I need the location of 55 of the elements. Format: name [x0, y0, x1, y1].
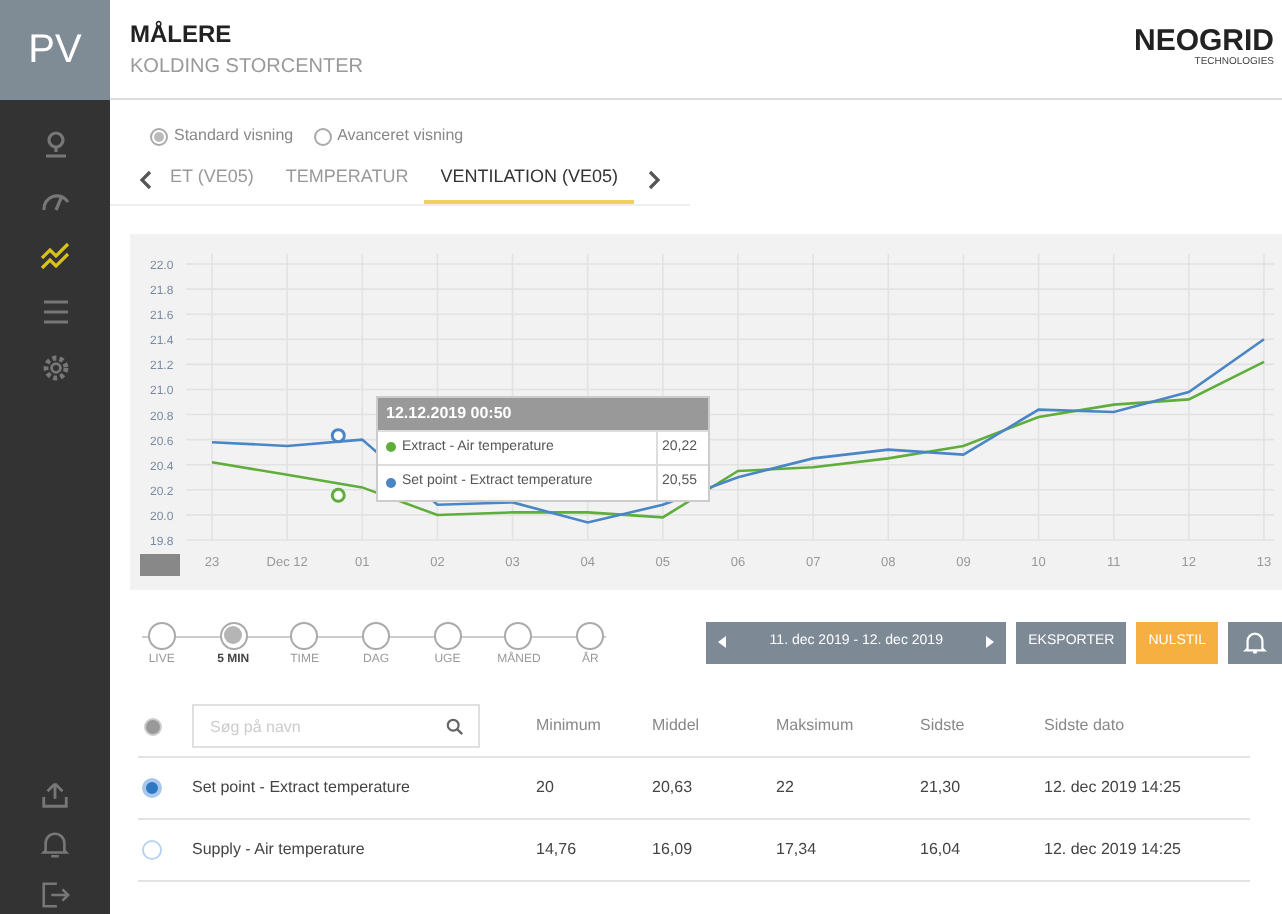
bell-icon: [1242, 629, 1268, 655]
table-cell-text: 22: [776, 775, 796, 799]
line-chart-icon[interactable]: [39, 240, 71, 272]
search-icon[interactable]: [446, 718, 464, 736]
table-cell-text: 17,34: [776, 837, 819, 861]
chevron-right-icon[interactable]: [646, 169, 663, 190]
settings-icon[interactable]: [39, 352, 71, 384]
tab[interactable]: VENTILATION (VE05): [424, 156, 635, 203]
logout-icon[interactable]: [40, 880, 70, 910]
brand-tile: PV: [0, 0, 110, 100]
list-icon[interactable]: [39, 296, 71, 328]
table-cell-text: 21,30: [920, 775, 963, 799]
interval-option[interactable]: [433, 621, 462, 649]
radio-button[interactable]: [313, 127, 332, 145]
tab[interactable]: ET (VE05): [154, 156, 270, 203]
select-all-radio[interactable]: [144, 717, 162, 735]
tab[interactable]: TEMPERATUR: [269, 156, 425, 203]
chevron-left-icon[interactable]: [138, 169, 154, 190]
alarm-button[interactable]: [1228, 621, 1282, 663]
radio-button[interactable]: [150, 127, 168, 145]
caret-left-icon[interactable]: [718, 636, 727, 648]
table-cell-text: Supply - Air temperature: [192, 837, 367, 861]
logo-text: NEOGRID: [1133, 26, 1274, 57]
page-subtitle: KOLDING STORCENTER: [130, 54, 363, 82]
tooltip-title: 12.12.2019 00:50: [378, 397, 708, 429]
bell-icon[interactable]: [40, 830, 70, 860]
table-cell-text: 20,63: [652, 775, 695, 799]
table-cell-text: 12. dec 2019 14:25: [1044, 837, 1184, 861]
table-cell-text: 14,76: [536, 837, 579, 861]
row-radio[interactable]: [142, 777, 162, 797]
radio-label: Avanceret visning: [337, 124, 464, 148]
column-header: Maksimum: [776, 714, 856, 738]
interval-option[interactable]: [504, 621, 533, 649]
hover-marker: [330, 427, 346, 443]
hover-marker: [330, 486, 346, 502]
interval-option[interactable]: [219, 621, 248, 649]
upload-icon[interactable]: [40, 780, 70, 810]
column-header: Sidste: [920, 714, 967, 738]
table-cell-text: 16,09: [652, 837, 695, 861]
caret-right-icon[interactable]: [986, 636, 995, 648]
interval-option[interactable]: [576, 621, 605, 649]
interval-option[interactable]: [290, 621, 319, 649]
table-cell-text: 16,04: [920, 837, 963, 861]
row-radio[interactable]: [142, 839, 162, 859]
table-cell-text: 12. dec 2019 14:25: [1044, 775, 1184, 799]
table-cell-text: Set point - Extract temperature: [192, 775, 412, 799]
interval-option[interactable]: [147, 621, 176, 649]
column-header: Middel: [652, 714, 702, 738]
page-title: MÅLERE: [130, 18, 234, 52]
radio-label: Standard visning: [174, 124, 294, 148]
table-cell-text: 20: [536, 775, 556, 799]
scrollbar-thumb[interactable]: [140, 553, 180, 575]
column-header: Sidste dato: [1044, 714, 1127, 738]
column-header: Minimum: [536, 714, 603, 738]
interval-option[interactable]: [362, 621, 391, 649]
